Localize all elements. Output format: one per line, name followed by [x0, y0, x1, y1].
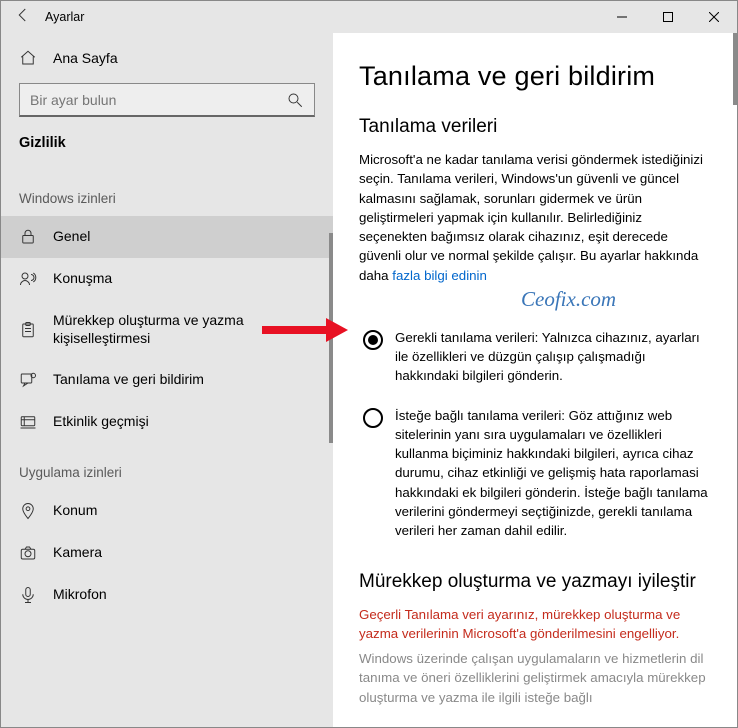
activity-icon	[19, 413, 37, 431]
sidebar-item-general[interactable]: Genel	[1, 216, 333, 258]
radio-label: Gerekli tanılama verileri: Yalnızca ciha…	[395, 328, 711, 386]
window-title: Ayarlar	[45, 10, 599, 24]
main-scrollbar[interactable]	[733, 33, 737, 105]
radio-icon	[363, 330, 383, 350]
watermark: Ceofix.com	[521, 287, 711, 312]
category-title: Gizlilik	[1, 127, 333, 169]
annotation-arrow	[262, 318, 348, 345]
section-windows-permissions: Windows izinleri	[1, 169, 333, 216]
sidebar: Ana Sayfa Gizlilik Windows izinleri Gene…	[1, 33, 333, 727]
inking-muted: Windows üzerinde çalışan uygulamaların v…	[359, 649, 711, 707]
search-input-wrap[interactable]	[19, 83, 315, 117]
camera-icon	[19, 544, 37, 562]
section-title-inking: Mürekkep oluşturma ve yazmayı iyileştir	[359, 571, 711, 593]
speech-icon	[19, 270, 37, 288]
sidebar-item-diagnostics[interactable]: Tanılama ve geri bildirim	[1, 359, 333, 401]
home-label: Ana Sayfa	[53, 50, 118, 66]
section-title-diagnostic-data: Tanılama verileri	[359, 116, 711, 138]
feedback-icon	[19, 371, 37, 389]
sidebar-item-location[interactable]: Konum	[1, 490, 333, 532]
clipboard-icon	[19, 321, 37, 339]
sidebar-item-label: Tanılama ve geri bildirim	[53, 371, 204, 389]
main-content: Tanılama ve geri bildirim Tanılama veril…	[333, 33, 737, 727]
titlebar: Ayarlar	[1, 1, 737, 33]
sidebar-item-microphone[interactable]: Mikrofon	[1, 574, 333, 616]
sidebar-item-label: Konum	[53, 502, 97, 520]
sidebar-item-label: Kamera	[53, 544, 102, 562]
radio-label: İsteğe bağlı tanılama verileri: Göz attı…	[395, 406, 711, 541]
home-icon	[19, 49, 37, 67]
radio-required-diagnostic[interactable]: Gerekli tanılama verileri: Yalnızca ciha…	[359, 328, 711, 386]
sidebar-item-camera[interactable]: Kamera	[1, 532, 333, 574]
diagnostic-desc: Microsoft'a ne kadar tanılama verisi gön…	[359, 150, 711, 285]
sidebar-item-activity[interactable]: Etkinlik geçmişi	[1, 401, 333, 443]
minimize-button[interactable]	[599, 1, 645, 33]
maximize-button[interactable]	[645, 1, 691, 33]
back-arrow-icon	[14, 6, 32, 24]
section-app-permissions: Uygulama izinleri	[1, 443, 333, 490]
page-title: Tanılama ve geri bildirim	[359, 61, 711, 92]
sidebar-item-label: Mikrofon	[53, 586, 107, 604]
search-icon	[286, 91, 304, 109]
sidebar-item-label: Genel	[53, 228, 90, 246]
inking-warning: Geçerli Tanılama veri ayarınız, mürekkep…	[359, 605, 711, 644]
close-button[interactable]	[691, 1, 737, 33]
location-icon	[19, 502, 37, 520]
radio-icon	[363, 408, 383, 428]
radio-optional-diagnostic[interactable]: İsteğe bağlı tanılama verileri: Göz attı…	[359, 406, 711, 541]
learn-more-link[interactable]: fazla bilgi edinin	[392, 268, 487, 283]
sidebar-item-label: Etkinlik geçmişi	[53, 413, 149, 431]
search-input[interactable]	[30, 92, 286, 108]
lock-icon	[19, 228, 37, 246]
sidebar-item-speech[interactable]: Konuşma	[1, 258, 333, 300]
sidebar-item-label: Konuşma	[53, 270, 112, 288]
home-link[interactable]: Ana Sayfa	[1, 33, 333, 79]
back-button[interactable]	[1, 6, 45, 29]
microphone-icon	[19, 586, 37, 604]
